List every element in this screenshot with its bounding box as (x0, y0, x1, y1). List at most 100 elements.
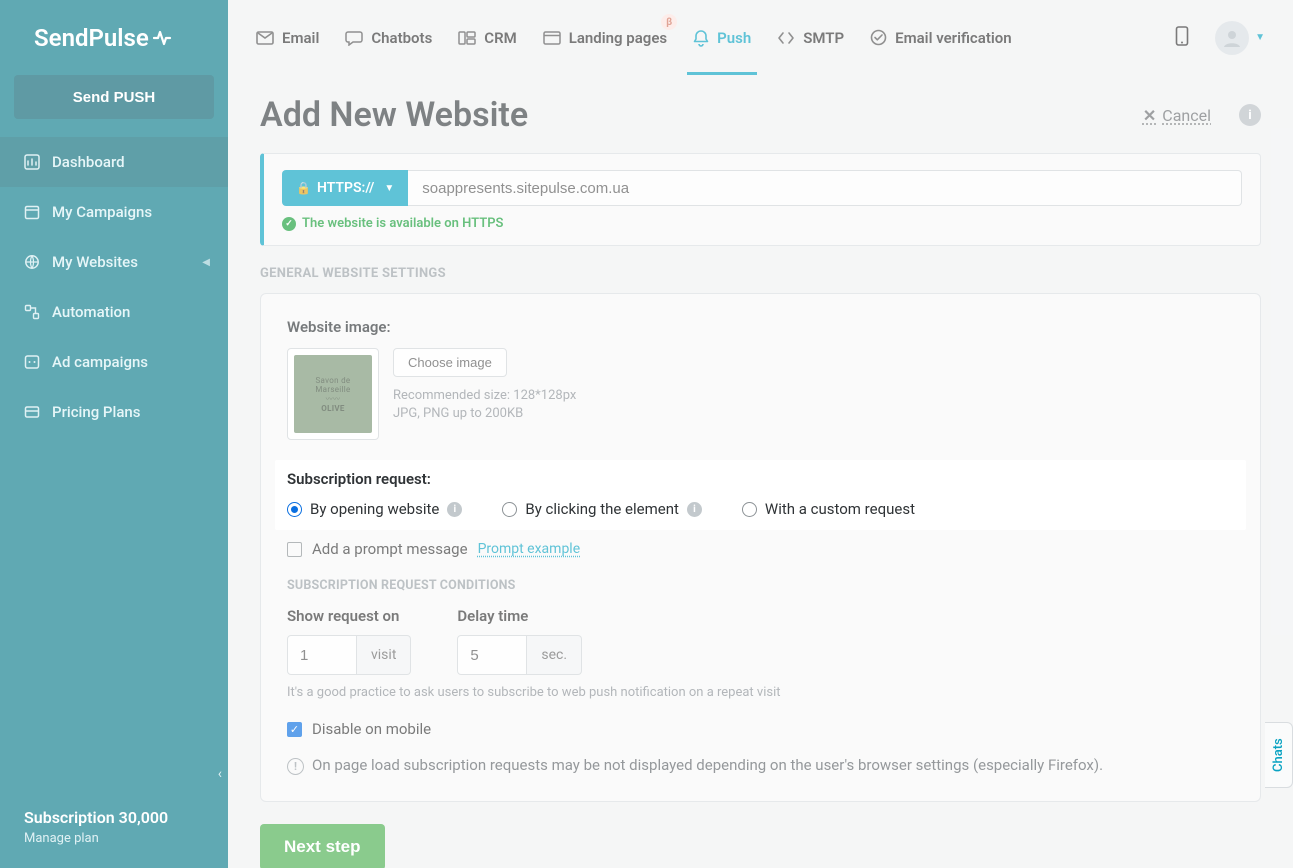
topbar: Email Chatbots CRM Landing pagesβ Push S… (228, 0, 1293, 75)
send-push-button[interactable]: Send PUSH (14, 75, 214, 119)
radio-dot-icon (502, 502, 517, 517)
help-icon[interactable]: i (1239, 104, 1261, 126)
image-label: Website image: (287, 318, 1234, 336)
top-tabs: Email Chatbots CRM Landing pagesβ Push S… (256, 0, 1012, 75)
check-circle-icon (870, 29, 887, 46)
manage-plan-link[interactable]: Manage plan (24, 831, 204, 846)
sidebar-item-label: Pricing Plans (52, 403, 140, 421)
cancel-link[interactable]: ✕ Cancel (1143, 106, 1211, 125)
chat-icon (345, 30, 363, 46)
delay-label: Delay time (457, 607, 582, 625)
image-hint: Recommended size: 128*128px JPG, PNG up … (393, 387, 576, 423)
sub-req-label: Subscription request: (287, 470, 1234, 488)
delay-input[interactable] (457, 635, 527, 675)
landing-icon (543, 31, 561, 45)
tab-verification[interactable]: Email verification (870, 0, 1012, 75)
code-icon (777, 31, 795, 45)
tab-label: CRM (484, 29, 516, 47)
caret-left-icon: ◀ (202, 257, 210, 268)
flow-icon (24, 304, 52, 320)
chevron-down-icon: ▼ (1255, 32, 1265, 43)
tab-label: Chatbots (371, 29, 432, 47)
url-panel: 🔒 HTTPS:// ▼ ✓ The website is available … (260, 153, 1261, 246)
tab-label: Email verification (895, 29, 1012, 47)
tab-label: Landing pages (569, 29, 667, 47)
tab-email[interactable]: Email (256, 0, 319, 75)
topbar-right: ▼ (1175, 21, 1265, 55)
radio-opening-website[interactable]: By opening website i (287, 500, 462, 518)
beta-badge: β (661, 14, 677, 30)
close-icon: ✕ (1143, 106, 1156, 125)
protocol-dropdown[interactable]: 🔒 HTTPS:// ▼ (282, 170, 408, 206)
pulse-icon (153, 29, 175, 47)
avatar-icon (1215, 21, 1249, 55)
choose-image-button[interactable]: Choose image (393, 348, 507, 377)
radio-clicking-element[interactable]: By clicking the element i (502, 500, 702, 518)
crm-icon (458, 31, 476, 45)
main-content: Add New Website ✕ Cancel i 🔒 HTTPS:// ▼ … (228, 75, 1293, 868)
radio-custom-request[interactable]: With a custom request (742, 500, 915, 518)
cancel-label: Cancel (1162, 106, 1211, 125)
https-status-text: The website is available on HTTPS (302, 216, 504, 231)
sidebar-nav: Dashboard My Campaigns My Websites ◀ Aut… (0, 137, 228, 437)
sidebar-item-pricing[interactable]: Pricing Plans (0, 387, 228, 437)
info-icon[interactable]: i (447, 502, 462, 517)
show-on-column: Show request on visit (287, 607, 411, 675)
sidebar-item-ads[interactable]: Ad campaigns (0, 337, 228, 387)
info-icon[interactable]: i (687, 502, 702, 517)
envelope-icon (256, 31, 274, 45)
website-image-thumb[interactable]: Savon de Marseille 〰〰 OLIVE (287, 348, 379, 440)
sidebar-item-dashboard[interactable]: Dashboard (0, 137, 228, 187)
sidebar-item-campaigns[interactable]: My Campaigns (0, 187, 228, 237)
soap-thumb-icon: Savon de Marseille 〰〰 OLIVE (294, 355, 372, 433)
delay-column: Delay time sec. (457, 607, 582, 675)
radio-label: With a custom request (765, 500, 915, 518)
chevron-down-icon: ▼ (384, 183, 394, 194)
https-status: ✓ The website is available on HTTPS (282, 216, 1242, 231)
collapse-sidebar-icon[interactable]: ‹ (218, 766, 222, 782)
sidebar-item-automation[interactable]: Automation (0, 287, 228, 337)
subscription-request-highlight: Subscription request: By opening website… (275, 460, 1246, 530)
tab-crm[interactable]: CRM (458, 0, 516, 75)
radio-label: By opening website (310, 500, 439, 518)
tab-chatbots[interactable]: Chatbots (345, 0, 432, 75)
website-url-input[interactable] (408, 170, 1242, 206)
tab-label: Push (717, 29, 751, 47)
tab-label: SMTP (803, 29, 844, 47)
sidebar-item-label: Dashboard (52, 153, 125, 171)
protocol-label: HTTPS:// (317, 180, 374, 196)
chats-tab[interactable]: Chats (1265, 722, 1293, 788)
radio-dot-icon (742, 502, 757, 517)
lock-icon: 🔒 (296, 181, 311, 195)
tab-label: Email (282, 29, 319, 47)
sidebar: SendPulse Send PUSH Dashboard My Campaig… (0, 0, 228, 868)
prompt-message-checkbox[interactable] (287, 542, 302, 557)
visit-unit: visit (357, 635, 411, 675)
next-step-button[interactable]: Next step (260, 824, 385, 868)
sidebar-item-websites[interactable]: My Websites ◀ (0, 237, 228, 287)
mobile-icon[interactable] (1175, 26, 1189, 50)
disable-mobile-checkbox[interactable] (287, 722, 302, 737)
prompt-example-link[interactable]: Prompt example (478, 541, 581, 557)
subscription-text: Subscription 30,000 (24, 808, 204, 827)
user-menu[interactable]: ▼ (1215, 21, 1265, 55)
radio-dot-icon (287, 502, 302, 517)
delay-unit: sec. (527, 635, 582, 675)
visit-input[interactable] (287, 635, 357, 675)
sidebar-footer: Subscription 30,000 Manage plan (0, 792, 228, 868)
radio-label: By clicking the element (525, 500, 679, 518)
show-on-label: Show request on (287, 607, 411, 625)
page-title: Add New Website (260, 95, 528, 135)
brand-text: SendPulse (34, 24, 149, 52)
prompt-message-label: Add a prompt message (312, 540, 468, 558)
globe-icon (24, 254, 52, 270)
tab-landing[interactable]: Landing pagesβ (543, 0, 667, 75)
bell-icon (693, 29, 709, 47)
tab-smtp[interactable]: SMTP (777, 0, 844, 75)
warning-icon: ! (287, 758, 304, 775)
megaphone-icon (24, 354, 52, 370)
sidebar-item-label: Automation (52, 303, 130, 321)
tab-push[interactable]: Push (693, 0, 751, 75)
sidebar-item-label: Ad campaigns (52, 353, 148, 371)
brand-logo[interactable]: SendPulse (0, 0, 228, 75)
